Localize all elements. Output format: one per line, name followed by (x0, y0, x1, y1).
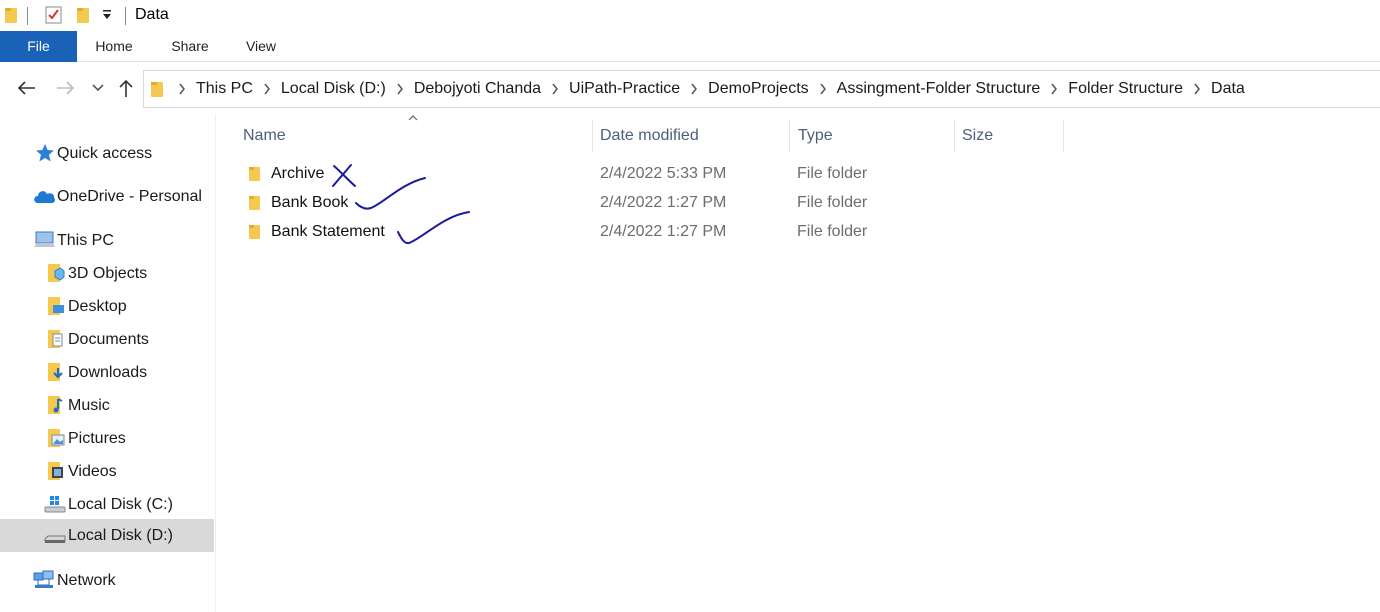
tab-home[interactable]: Home (83, 31, 145, 62)
breadcrumb-uipath-practice[interactable]: UiPath-Practice (569, 80, 680, 98)
tab-view[interactable]: View (232, 31, 290, 62)
column-separator[interactable] (789, 120, 790, 152)
forward-button[interactable] (54, 76, 78, 100)
sidebar-item-local-disk-c[interactable]: Local Disk (C:) (0, 488, 214, 521)
folder-icon (150, 80, 166, 98)
folder-icon (247, 166, 263, 182)
music-folder-icon (47, 395, 69, 415)
folder-icon (247, 195, 263, 211)
file-list: Name Date modified Type Size Archive 2/4… (217, 114, 1380, 612)
table-row[interactable]: Bank Statement 2/4/2022 1:27 PM File fol… (241, 219, 1091, 248)
separator (125, 7, 126, 25)
sidebar-item-quick-access[interactable]: Quick access (0, 137, 214, 170)
file-type: File folder (797, 194, 868, 211)
sidebar-item-this-pc[interactable]: This PC (0, 224, 214, 257)
separator (27, 7, 28, 25)
breadcrumb-this-pc[interactable]: This PC (196, 80, 253, 98)
sidebar-item-local-disk-d[interactable]: Local Disk (D:) (0, 519, 214, 552)
sidebar-item-onedrive[interactable]: OneDrive - Personal (0, 180, 214, 213)
sort-ascending-icon (408, 112, 418, 124)
documents-folder-icon (47, 329, 69, 349)
column-header-date-modified[interactable]: Date modified (600, 122, 699, 150)
breadcrumb-local-disk-d[interactable]: Local Disk (D:) (281, 80, 386, 98)
column-separator[interactable] (592, 120, 593, 152)
windows-drive-icon (44, 495, 66, 515)
computer-icon (33, 231, 55, 251)
sidebar-item-downloads[interactable]: Downloads (0, 356, 214, 389)
chevron-right-icon[interactable] (386, 81, 414, 97)
up-button[interactable] (114, 76, 138, 100)
tab-share[interactable]: Share (159, 31, 221, 62)
sidebar-item-music[interactable]: Music (0, 389, 214, 422)
recent-locations-button[interactable] (86, 76, 110, 100)
sidebar-item-documents[interactable]: Documents (0, 323, 214, 356)
folder-icon (247, 224, 263, 240)
ribbon-tabs: File Home Share View (0, 31, 1380, 62)
customize-toolbar-icon[interactable] (102, 8, 112, 27)
tab-file[interactable]: File (0, 31, 77, 62)
videos-folder-icon (47, 461, 69, 481)
breadcrumb-folder-structure[interactable]: Folder Structure (1068, 80, 1183, 98)
back-button[interactable] (14, 76, 38, 100)
column-header-type[interactable]: Type (798, 122, 833, 150)
navigation-bar: This PC Local Disk (D:) Debojyoti Chanda… (0, 62, 1380, 114)
sidebar-item-3d-objects[interactable]: 3D Objects (0, 257, 214, 290)
chevron-right-icon[interactable] (809, 81, 837, 97)
title-bar: Data (0, 0, 1380, 31)
file-date: 2/4/2022 5:33 PM (600, 165, 727, 182)
sidebar-item-videos[interactable]: Videos (0, 455, 214, 488)
table-row[interactable]: Archive 2/4/2022 5:33 PM File folder (241, 161, 1091, 190)
breadcrumb-data[interactable]: Data (1211, 80, 1245, 98)
file-date: 2/4/2022 1:27 PM (600, 223, 727, 240)
properties-icon[interactable] (44, 5, 64, 30)
column-separator[interactable] (954, 120, 955, 152)
column-separator[interactable] (1063, 120, 1064, 152)
chevron-right-icon[interactable] (1183, 81, 1211, 97)
chevron-right-icon[interactable] (680, 81, 708, 97)
breadcrumb-demoprojects[interactable]: DemoProjects (708, 80, 808, 98)
network-icon (33, 570, 55, 590)
chevron-right-icon[interactable] (1040, 81, 1068, 97)
star-icon (35, 143, 57, 163)
chevron-right-icon[interactable] (541, 81, 569, 97)
breadcrumb-user-folder[interactable]: Debojyoti Chanda (414, 80, 541, 98)
file-type: File folder (797, 165, 868, 182)
column-header-size[interactable]: Size (962, 122, 993, 150)
navigation-pane: Quick access OneDrive - Personal This PC… (0, 114, 216, 612)
drive-icon (44, 527, 66, 547)
sidebar-item-pictures[interactable]: Pictures (0, 422, 214, 455)
chevron-right-icon[interactable] (253, 81, 281, 97)
desktop-folder-icon (47, 296, 69, 316)
file-type: File folder (797, 223, 868, 240)
file-date: 2/4/2022 1:27 PM (600, 194, 727, 211)
cloud-icon (32, 187, 56, 207)
window-title: Data (135, 6, 169, 23)
pictures-folder-icon (47, 428, 69, 448)
file-name: Bank Book (271, 194, 349, 211)
column-header-name[interactable]: Name (243, 122, 286, 150)
downloads-folder-icon (47, 362, 69, 382)
address-bar[interactable]: This PC Local Disk (D:) Debojyoti Chanda… (143, 70, 1380, 108)
3d-objects-icon (47, 263, 69, 283)
chevron-right-icon[interactable] (168, 81, 196, 97)
folder-icon (4, 6, 18, 29)
sidebar-item-desktop[interactable]: Desktop (0, 290, 214, 323)
breadcrumb-assignment-folder[interactable]: Assingment-Folder Structure (837, 80, 1041, 98)
file-name: Archive (271, 165, 325, 182)
file-name: Bank Statement (271, 223, 385, 240)
table-row[interactable]: Bank Book 2/4/2022 1:27 PM File folder (241, 190, 1091, 219)
sidebar-item-network[interactable]: Network (0, 564, 214, 597)
new-folder-icon[interactable] (76, 6, 90, 29)
